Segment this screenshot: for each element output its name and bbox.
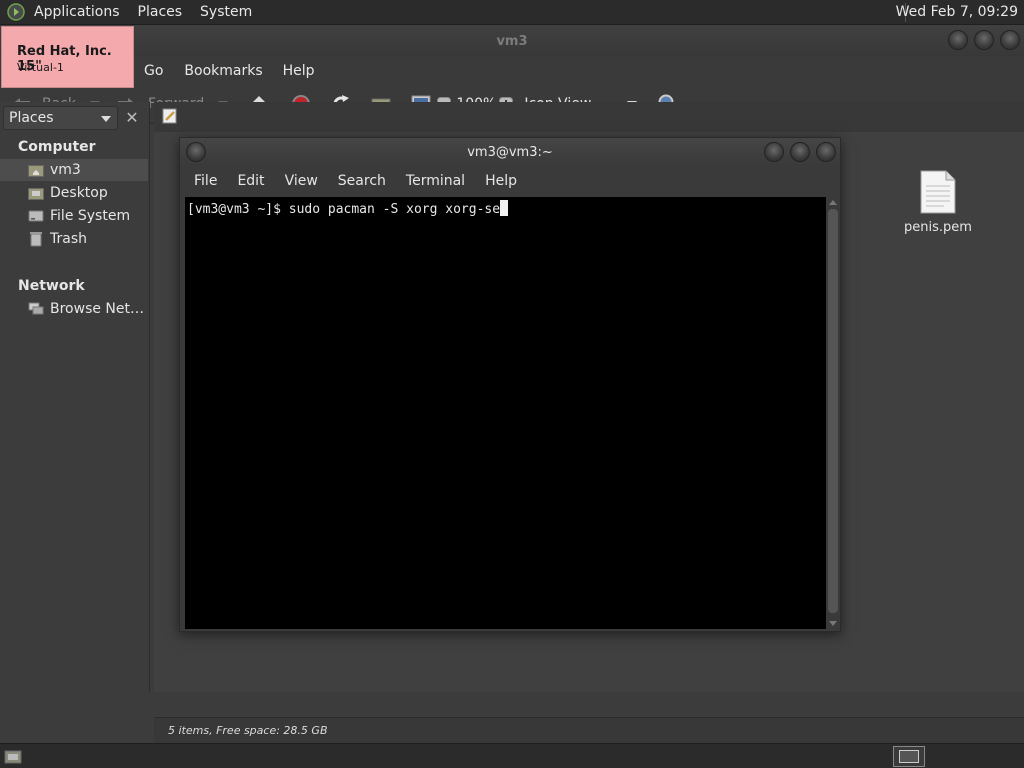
sidebar-item-label: Desktop bbox=[50, 185, 108, 201]
notification-subtitle: Virtual-1 bbox=[17, 61, 64, 74]
close-icon[interactable]: ✕ bbox=[122, 108, 142, 128]
terminal-window-controls bbox=[764, 142, 836, 162]
close-button[interactable] bbox=[816, 142, 836, 162]
maximize-button[interactable] bbox=[790, 142, 810, 162]
terminal-menu-view[interactable]: View bbox=[285, 173, 318, 189]
terminal-command-line: [vm3@vm3 ~]$ sudo pacman -S xorg xorg-se bbox=[187, 202, 501, 217]
window-controls bbox=[948, 30, 1020, 50]
file-manager-titlebar[interactable]: vm3 bbox=[0, 25, 1024, 57]
file-manager-title: vm3 bbox=[496, 33, 528, 49]
sidebar-item-desktop[interactable]: Desktop bbox=[0, 182, 148, 204]
window-menu-button[interactable] bbox=[186, 142, 206, 162]
workspace-1[interactable] bbox=[899, 750, 919, 763]
text-file-icon bbox=[920, 170, 956, 214]
menu-go[interactable]: Go bbox=[144, 63, 163, 79]
side-pane: Places ✕ Computer vm3 Desktop File Syste… bbox=[0, 102, 150, 692]
terminal-titlebar[interactable]: vm3@vm3:~ bbox=[180, 138, 840, 166]
file-item[interactable]: penis.pem bbox=[902, 170, 974, 235]
text-cursor bbox=[500, 200, 509, 216]
workspace-switcher[interactable] bbox=[893, 746, 925, 767]
status-bar: 5 items, Free space: 28.5 GB bbox=[154, 717, 1024, 743]
sidebar-item-vm3[interactable]: vm3 bbox=[0, 159, 148, 181]
side-group-computer: Computer bbox=[18, 139, 96, 155]
terminal-menu-search[interactable]: Search bbox=[338, 173, 386, 189]
file-name: penis.pem bbox=[904, 220, 972, 235]
applications-menu[interactable]: Applications bbox=[34, 4, 120, 20]
bottom-panel bbox=[0, 743, 1024, 768]
trash-icon bbox=[28, 231, 44, 247]
places-menu[interactable]: Places bbox=[138, 4, 183, 20]
terminal-window: vm3@vm3:~ File Edit View Search Terminal… bbox=[179, 137, 841, 632]
close-button[interactable] bbox=[1000, 30, 1020, 50]
clock[interactable]: Wed Feb 7, 09:29 bbox=[896, 4, 1018, 20]
sidebar-item-browse-network[interactable]: Browse Net… bbox=[0, 298, 148, 320]
terminal-title: vm3@vm3:~ bbox=[467, 144, 553, 160]
minimize-button[interactable] bbox=[948, 30, 968, 50]
sidebar-item-trash[interactable]: Trash bbox=[0, 228, 148, 250]
display-notification[interactable]: Red Hat, Inc. 15" Virtual-1 bbox=[1, 26, 134, 88]
terminal-menu-help[interactable]: Help bbox=[485, 173, 517, 189]
sidebar-item-label: File System bbox=[50, 208, 131, 224]
edit-location-icon[interactable] bbox=[162, 108, 178, 128]
menu-bookmarks[interactable]: Bookmarks bbox=[184, 63, 262, 79]
gnome-foot-icon[interactable] bbox=[4, 0, 28, 24]
terminal-menu-file[interactable]: File bbox=[194, 173, 217, 189]
side-pane-selector-label: Places bbox=[9, 110, 54, 126]
network-icon bbox=[28, 301, 44, 317]
terminal-menu-edit[interactable]: Edit bbox=[237, 173, 264, 189]
terminal-menubar: File Edit View Search Terminal Help bbox=[180, 166, 840, 196]
sidebar-item-label: Trash bbox=[50, 231, 87, 247]
sidebar-item-file-system[interactable]: File System bbox=[0, 205, 148, 227]
sidebar-item-label: vm3 bbox=[50, 162, 81, 178]
desktop-folder-icon bbox=[28, 185, 44, 201]
file-manager-menubar: Go Bookmarks Help bbox=[0, 57, 1024, 84]
location-bar bbox=[154, 102, 1024, 132]
side-group-network: Network bbox=[18, 278, 85, 294]
maximize-button[interactable] bbox=[974, 30, 994, 50]
scrollbar-thumb[interactable] bbox=[828, 209, 838, 613]
top-panel: Applications Places System Wed Feb 7, 09… bbox=[0, 0, 1024, 25]
drive-icon bbox=[28, 208, 44, 224]
terminal-menu-terminal[interactable]: Terminal bbox=[406, 173, 465, 189]
terminal-screen[interactable]: [vm3@vm3 ~]$ sudo pacman -S xorg xorg-se bbox=[185, 197, 826, 629]
menu-help[interactable]: Help bbox=[283, 63, 315, 79]
terminal-scrollbar[interactable] bbox=[827, 197, 839, 629]
sidebar-item-label: Browse Net… bbox=[50, 301, 145, 317]
side-pane-selector[interactable]: Places bbox=[3, 106, 118, 130]
minimize-button[interactable] bbox=[764, 142, 784, 162]
show-desktop-icon[interactable] bbox=[4, 748, 22, 768]
scroll-down-icon[interactable] bbox=[829, 621, 837, 626]
status-text: 5 items, Free space: 28.5 GB bbox=[168, 724, 328, 737]
home-folder-icon bbox=[28, 162, 44, 178]
scroll-up-icon[interactable] bbox=[829, 200, 837, 205]
system-menu[interactable]: System bbox=[200, 4, 252, 20]
chevron-down-icon bbox=[101, 116, 111, 122]
